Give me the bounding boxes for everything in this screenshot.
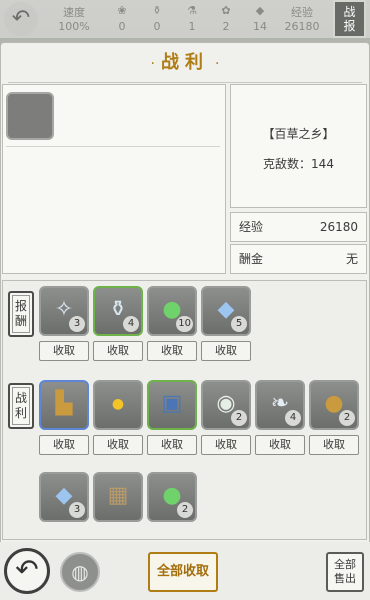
reward-item-1[interactable]: ✧ 3 bbox=[39, 286, 89, 336]
loot-item-2[interactable]: ● bbox=[93, 380, 143, 430]
status-bar: ↶ 速度 100% ❀ 0 ⚱ 0 ⚗ 1 ✿ 2 ◆ 14 经验 26180 … bbox=[0, 0, 370, 38]
reward-item-4[interactable]: ◆ 5 bbox=[201, 286, 251, 336]
collect-all-button[interactable]: 全部收取 bbox=[148, 552, 218, 592]
reward-item-2[interactable]: ⚱ 4 bbox=[93, 286, 143, 336]
boots-icon: ▙ bbox=[55, 391, 73, 416]
collect-button[interactable]: 收取 bbox=[255, 435, 305, 455]
collect-button[interactable]: 收取 bbox=[201, 341, 251, 361]
bag-icon: ◍ bbox=[71, 560, 89, 584]
loot-section-tag: 战利 bbox=[8, 383, 34, 429]
loot-item-8[interactable]: ▦ bbox=[93, 472, 143, 522]
exp-row: 经验 26180 bbox=[230, 212, 367, 242]
collect-button[interactable]: 收取 bbox=[147, 341, 197, 361]
log-divider bbox=[6, 146, 220, 147]
item-count: 3 bbox=[69, 502, 85, 518]
item-count: 4 bbox=[285, 410, 301, 426]
avatar bbox=[6, 92, 54, 140]
panel-header: · 战利 · bbox=[0, 48, 370, 74]
loot-item-5[interactable]: ❧ 4 bbox=[255, 380, 305, 430]
exp-label: 经验 bbox=[239, 220, 264, 234]
item-count: 3 bbox=[69, 316, 85, 332]
reward-value: 无 bbox=[345, 252, 358, 266]
loot-item-9[interactable]: ● 2 bbox=[147, 472, 197, 522]
bag-button[interactable]: ◍ bbox=[60, 552, 100, 592]
back-icon-faded: ↶ bbox=[4, 2, 38, 36]
item-count: 5 bbox=[231, 316, 247, 332]
collect-button[interactable]: 收取 bbox=[93, 341, 143, 361]
item-count: 4 bbox=[123, 316, 139, 332]
sell-all-button[interactable]: 全部 售出 bbox=[326, 552, 364, 592]
panel-title: 战利 bbox=[161, 52, 209, 73]
loot-item-4[interactable]: ◉ 2 bbox=[201, 380, 251, 430]
collect-button[interactable]: 收取 bbox=[309, 435, 359, 455]
leaf-icon: ❀ bbox=[117, 4, 127, 17]
title-dot-left: · bbox=[150, 56, 155, 72]
reward-row: 酬金 无 bbox=[230, 244, 367, 274]
reward-label: 酬金 bbox=[239, 252, 264, 266]
gold-orb-icon: ● bbox=[111, 396, 125, 412]
item-count: 2 bbox=[339, 410, 355, 426]
chest-icon: ▣ bbox=[161, 391, 183, 416]
loot-item-3[interactable]: ▣ bbox=[147, 380, 197, 430]
collect-button[interactable]: 收取 bbox=[201, 435, 251, 455]
back-button[interactable]: ↶ bbox=[4, 548, 50, 594]
collect-button[interactable]: 收取 bbox=[39, 435, 89, 455]
loot-item-1[interactable]: ▙ bbox=[39, 380, 89, 430]
gem-icon: ◆ bbox=[255, 4, 265, 17]
item-count: 2 bbox=[231, 410, 247, 426]
exp-value: 26180 bbox=[319, 220, 358, 234]
loot-item-6[interactable]: ● 2 bbox=[309, 380, 359, 430]
bottle-icon: ⚱ bbox=[152, 4, 162, 17]
item-count: 2 bbox=[177, 502, 193, 518]
defeat-count: 克敌数：144 bbox=[263, 157, 334, 171]
title-dot-right: · bbox=[215, 56, 220, 72]
item-count: 10 bbox=[176, 316, 193, 332]
battle-info-box: 【百草之乡】 克敌数：144 bbox=[230, 84, 367, 208]
collect-button[interactable]: 收取 bbox=[147, 435, 197, 455]
crate-icon: ▦ bbox=[107, 483, 129, 508]
collect-button[interactable]: 收取 bbox=[39, 341, 89, 361]
reward-item-3[interactable]: ● 10 bbox=[147, 286, 197, 336]
battle-report-tab[interactable]: 战报 bbox=[333, 0, 366, 38]
title-divider bbox=[8, 82, 362, 83]
location-label: 【百草之乡】 bbox=[262, 127, 335, 141]
loot-item-7[interactable]: ◆ 3 bbox=[39, 472, 89, 522]
back-arrow-icon: ↶ bbox=[15, 553, 39, 586]
reward-section-tag: 报酬 bbox=[8, 291, 34, 337]
collect-button[interactable]: 收取 bbox=[93, 435, 143, 455]
